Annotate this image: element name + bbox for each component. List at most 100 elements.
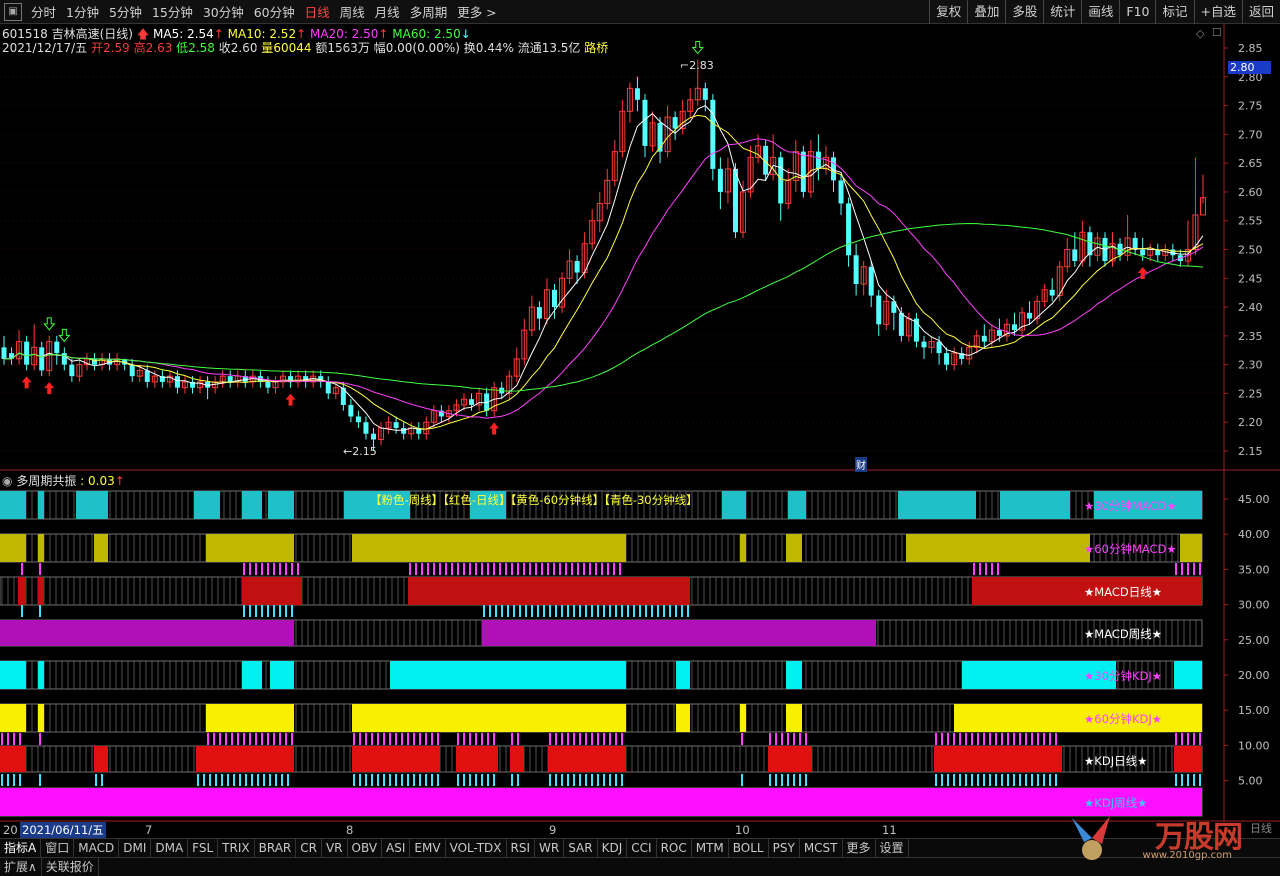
indicator-tab[interactable]: DMI: [119, 839, 152, 857]
indicator-tick-label: 30.00: [1238, 599, 1270, 612]
indicator-tab[interactable]: CCI: [627, 839, 657, 857]
signal-block: [408, 577, 690, 605]
candle: [944, 347, 950, 371]
period-tab[interactable]: 周线: [335, 2, 370, 21]
indicator-tab[interactable]: MACD: [74, 839, 120, 857]
indicator-row-label: ★60分钟MACD★: [1084, 542, 1177, 556]
indicator-tab[interactable]: FSL: [188, 839, 219, 857]
toolbar-button[interactable]: 统计: [1043, 0, 1081, 24]
candle: [348, 399, 354, 423]
period-tab[interactable]: 更多 >: [452, 2, 501, 21]
bottom-bar-button[interactable]: 关联报价: [42, 858, 99, 876]
signal-block: [482, 620, 876, 646]
price-tick-label: 2.50: [1238, 244, 1263, 257]
indicator-tab[interactable]: 指标A: [0, 839, 42, 857]
indicator-tab[interactable]: EMV: [410, 839, 446, 857]
period-tab[interactable]: 30分钟: [198, 2, 249, 21]
candle: [649, 111, 656, 152]
indicator-tab[interactable]: ASI: [382, 839, 411, 857]
toolbar-button[interactable]: 画线: [1081, 0, 1119, 24]
indicator-tab[interactable]: WR: [535, 839, 565, 857]
indicator-tab[interactable]: MCST: [800, 839, 843, 857]
indicator-tab[interactable]: CR: [296, 839, 322, 857]
period-tab[interactable]: 15分钟: [147, 2, 198, 21]
signal-block: [268, 491, 294, 519]
indicator-tab[interactable]: MTM: [692, 839, 729, 857]
collapse-icon[interactable]: ◉: [2, 474, 12, 488]
toolbar-button[interactable]: +自选: [1193, 0, 1242, 24]
period-tab[interactable]: 日线: [300, 2, 335, 21]
indicator-tab[interactable]: DMA: [151, 839, 189, 857]
candle-body: [355, 416, 361, 423]
tick-row: [1, 774, 1201, 786]
candle-body: [1049, 289, 1055, 296]
grid-lines: [0, 24, 1280, 822]
signal-block: [0, 746, 26, 772]
signal-block: [0, 661, 26, 689]
toolbar-button[interactable]: 返回: [1241, 0, 1280, 24]
candle-body: [371, 433, 377, 440]
toolbar-button[interactable]: 标记: [1155, 0, 1193, 24]
current-date: 2021/06/11/五: [20, 822, 106, 838]
price-tick-label: 2.35: [1238, 330, 1263, 343]
candle: [679, 99, 686, 135]
toolbar-button[interactable]: F10: [1119, 0, 1155, 24]
period-tab[interactable]: 60分钟: [249, 2, 300, 21]
indicator-tick-label: 20.00: [1238, 669, 1270, 682]
candle: [1034, 295, 1041, 325]
indicator-tab[interactable]: TRIX: [218, 839, 255, 857]
indicator-tab[interactable]: VR: [322, 839, 348, 857]
candle-body: [815, 151, 821, 169]
indicator-tab[interactable]: RSI: [507, 839, 536, 857]
toolbar-button[interactable]: 多股: [1005, 0, 1043, 24]
period-tab[interactable]: 月线: [370, 2, 405, 21]
toolbar-button[interactable]: 叠加: [967, 0, 1005, 24]
indicator-tab[interactable]: VOL-TDX: [446, 839, 507, 857]
signal-block: [548, 746, 626, 772]
indicator-tab[interactable]: SAR: [564, 839, 598, 857]
candle: [166, 370, 173, 388]
candle-body: [981, 335, 987, 342]
period-tab[interactable]: 多周期: [405, 2, 453, 21]
indicator-tab[interactable]: 窗口: [41, 839, 75, 857]
current-price-badge: 2.80: [1228, 61, 1271, 74]
month-label: 9: [549, 823, 557, 837]
candle: [1184, 220, 1191, 267]
indicator-tick-label: 45.00: [1238, 493, 1270, 506]
indicator-tab[interactable]: ROC: [657, 839, 692, 857]
signal-block: [38, 661, 44, 689]
indicator-tab[interactable]: BOLL: [729, 839, 769, 857]
bottom-bar-button[interactable]: 扩展∧: [0, 858, 42, 876]
period-tab[interactable]: 5分钟: [104, 2, 147, 21]
candle: [740, 180, 747, 238]
candle: [981, 324, 987, 348]
candle-body: [996, 330, 1002, 336]
sell-arrow-icon: [43, 317, 56, 331]
indicator-tab[interactable]: PSY: [769, 839, 800, 857]
signal-block: [788, 491, 806, 519]
candle-body: [69, 364, 75, 377]
candle: [378, 422, 385, 446]
candle-body: [1027, 312, 1033, 319]
buy-arrow-icon: [285, 393, 296, 406]
indicator-tab[interactable]: 设置: [876, 839, 909, 857]
menu-icon[interactable]: ▣: [4, 2, 22, 21]
candle: [1003, 318, 1010, 342]
period-tab[interactable]: 1分钟: [61, 2, 104, 21]
indicator-tab[interactable]: BRAR: [255, 839, 297, 857]
cai-icon[interactable]: 财: [855, 457, 867, 472]
indicator-tab[interactable]: 更多: [843, 839, 876, 857]
candle-body: [39, 347, 45, 371]
candle-body: [61, 353, 67, 365]
signal-block: [906, 534, 1090, 562]
high-annotation: ⌐2.83: [680, 59, 714, 72]
candle-body: [265, 381, 271, 388]
kline-chart[interactable]: 2.85 2.80 2.75 2.70 2.65 2.60 2.55 2.50 2.45 2.40…: [0, 24, 1280, 822]
candle-body: [325, 381, 331, 394]
toolbar-button[interactable]: 复权: [929, 0, 967, 24]
indicator-tab[interactable]: OBV: [348, 839, 383, 857]
period-tab[interactable]: 分时: [26, 2, 61, 21]
signal-block: [676, 704, 690, 732]
indicator-value: : 0.03: [80, 474, 115, 488]
indicator-tab[interactable]: KDJ: [598, 839, 628, 857]
